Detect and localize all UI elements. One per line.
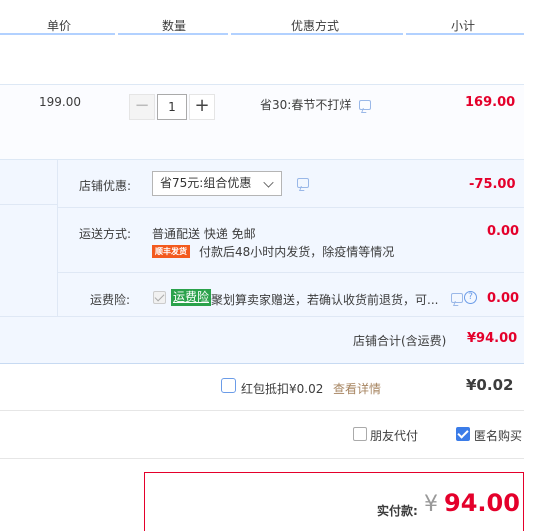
shipping-amount: 0.00: [487, 224, 520, 239]
chevron-down-icon: [263, 177, 274, 188]
shipping-note: 付款后48小时内发货，除疫情等情况: [199, 245, 395, 259]
discount-select-value: 省75元:组合优惠: [160, 176, 252, 190]
divider: [0, 458, 524, 459]
discount-amount: -75.00: [469, 177, 516, 192]
item-subtotal: 169.00: [465, 95, 516, 110]
item-promo-text: 省30:春节不打烊: [260, 98, 352, 112]
shipping-method: 普通配送 快递 免邮: [152, 227, 256, 241]
insurance-amount: 0.00: [487, 291, 520, 306]
anonymous-label: 匿名购买: [474, 429, 523, 443]
table-header: 单价 数量 优惠方式 小计: [0, 0, 543, 36]
header-bar: [118, 33, 228, 35]
divider: [57, 207, 524, 208]
insurance-tag[interactable]: 运费险: [171, 289, 212, 306]
shop-total-amount: ¥94.00: [467, 331, 518, 346]
anonymous-checkbox[interactable]: [456, 427, 470, 441]
divider: [57, 272, 524, 273]
message-icon[interactable]: [451, 293, 463, 303]
redpacket-detail-link[interactable]: 查看详情: [333, 380, 381, 397]
friend-pay-label: 朋友代付: [370, 429, 419, 443]
redpacket-checkbox[interactable]: [221, 378, 236, 393]
message-icon[interactable]: [297, 178, 309, 188]
divider: [0, 316, 524, 317]
header-bar: [231, 33, 403, 35]
help-icon[interactable]: ?: [464, 291, 477, 304]
payment-currency: ¥: [424, 492, 438, 517]
shop-total-label: 店铺合计(含运费): [353, 334, 447, 348]
header-bar: [406, 33, 524, 35]
increase-button[interactable]: +: [189, 94, 215, 120]
payment-label: 实付款:: [377, 504, 418, 518]
discount-label: 店铺优惠:: [79, 179, 132, 193]
message-icon[interactable]: [359, 100, 371, 110]
insurance-text: 聚划算卖家赠送，若确认收货前退货，可...: [211, 293, 439, 307]
divider: [57, 160, 58, 316]
divider: [0, 204, 57, 205]
header-subtotal: 小计: [451, 19, 476, 33]
quantity-stepper: − 1 +: [129, 94, 219, 120]
decrease-button[interactable]: −: [129, 94, 155, 120]
header-unit-price: 单价: [47, 19, 72, 33]
header-quantity: 数量: [162, 19, 187, 33]
redpacket-label: 红包抵扣¥0.02: [241, 382, 324, 396]
shipping-label: 运送方式:: [79, 227, 132, 241]
insurance-label: 运费险:: [90, 293, 131, 307]
quantity-input[interactable]: 1: [157, 94, 187, 120]
insurance-checkbox[interactable]: [153, 291, 166, 304]
redpacket-amount: ¥0.02: [466, 376, 514, 394]
header-bar: [0, 33, 115, 35]
shipping-badge: 顺丰发货: [152, 245, 190, 258]
unit-price: 199.00: [39, 95, 81, 109]
friend-pay-checkbox[interactable]: [353, 427, 367, 441]
payment-amount: 94.00: [444, 489, 520, 517]
divider: [0, 410, 524, 411]
header-discount: 优惠方式: [291, 19, 340, 33]
discount-select[interactable]: 省75元:组合优惠: [152, 171, 282, 196]
